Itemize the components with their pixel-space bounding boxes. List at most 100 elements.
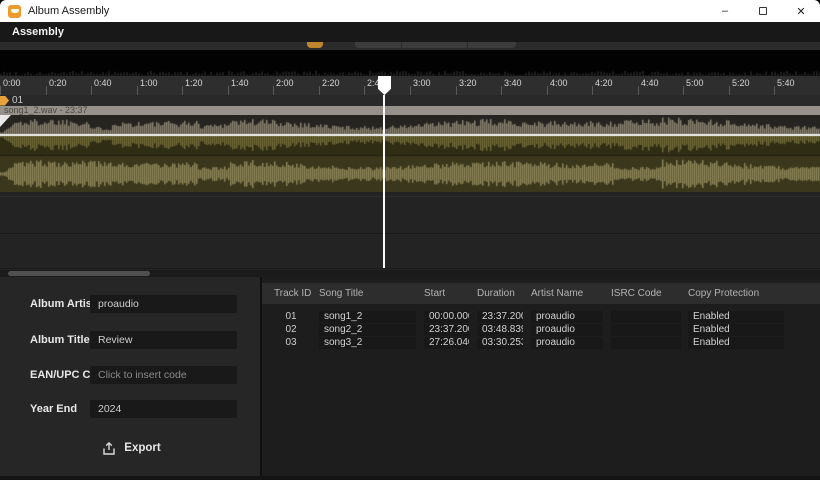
ruler-tick	[0, 86, 1, 95]
ruler-tick-label: 5:20	[732, 78, 750, 88]
ruler-tick-label: 0:40	[94, 78, 112, 88]
ruler-tick-label: 5:40	[777, 78, 795, 88]
track-table-panel: Track IDSong TitleStartDurationArtist Na…	[262, 277, 820, 480]
ruler-tick	[273, 86, 274, 95]
cell-isrc-code[interactable]	[611, 324, 681, 336]
cell-song-title[interactable]: song1_2	[319, 311, 416, 323]
ruler-tick-label: 3:40	[504, 78, 522, 88]
toolbar-orange-button[interactable]	[307, 42, 323, 48]
ruler-tick-label: 4:20	[595, 78, 613, 88]
album-artist-input[interactable]	[90, 295, 237, 313]
header-cell: Duration	[477, 288, 531, 299]
export-button[interactable]: Export	[92, 437, 172, 459]
field-label: Album Artist	[30, 298, 96, 310]
header-cell: Copy Protection	[688, 288, 820, 299]
cell-artist-name[interactable]: proaudio	[531, 311, 603, 323]
ruler-tick-label: 2:00	[276, 78, 294, 88]
ruler-tick	[456, 86, 457, 95]
ruler-tick	[137, 86, 138, 95]
minimize-button[interactable]: –	[706, 0, 744, 22]
form-row: Year End	[0, 400, 261, 418]
cell-copy-protection[interactable]: Enabled	[688, 337, 784, 349]
menu-item-assembly[interactable]: Assembly	[0, 26, 76, 38]
ean-upc-code-input[interactable]	[90, 366, 237, 384]
ruler-tick-label: 4:40	[641, 78, 659, 88]
segment-divider	[401, 42, 402, 48]
ruler-tick	[364, 86, 365, 95]
ruler-tick	[638, 86, 639, 95]
maximize-button[interactable]	[744, 0, 782, 22]
window-controls: – ✕	[706, 0, 820, 22]
scrollbar-thumb[interactable]	[8, 271, 150, 276]
table-header: Track IDSong TitleStartDurationArtist Na…	[262, 283, 820, 304]
ruler-tick	[729, 86, 730, 95]
clip-title-bar[interactable]: song1_2.wav - 23:37	[0, 106, 820, 115]
close-button[interactable]: ✕	[782, 0, 820, 22]
table-row: 03 song3_2 27:26.040 03:30.253 proaudio Enabl…	[262, 336, 820, 349]
ruler-tick	[182, 86, 183, 95]
cell-duration[interactable]: 03:48.839	[477, 324, 523, 336]
ruler-tick-label: 1:00	[140, 78, 158, 88]
toolbar-strip	[0, 42, 820, 50]
header-cell: ISRC Code	[611, 288, 688, 299]
marker-flag-icon[interactable]	[0, 96, 9, 106]
form-row: EAN/UPC Code	[0, 366, 261, 384]
form-row: Album Artist	[0, 295, 261, 313]
timeline-ruler[interactable]: 0:000:200:401:001:201:402:002:202:403:00…	[0, 76, 820, 95]
header-cell: Start	[424, 288, 477, 299]
form-row: Album Title	[0, 331, 261, 349]
cell-isrc-code[interactable]	[611, 311, 681, 323]
cell-duration[interactable]: 03:30.253	[477, 337, 523, 349]
album-title-input[interactable]	[90, 331, 237, 349]
upload-icon	[103, 442, 115, 455]
cell-duration[interactable]: 23:37.200	[477, 311, 523, 323]
ruler-tick	[592, 86, 593, 95]
app-icon	[8, 5, 21, 18]
overview-strip[interactable]	[0, 50, 820, 76]
ruler-tick-label: 1:20	[185, 78, 203, 88]
ruler-tick-label: 1:40	[231, 78, 249, 88]
cell-song-title[interactable]: song2_2	[319, 324, 416, 336]
ruler-tick-label: 0:00	[3, 78, 21, 88]
table-rows: 01song1_200:00.00023:37.200proaudioEnabl…	[262, 310, 820, 349]
cell-artist-name[interactable]: proaudio	[531, 324, 603, 336]
lane-divider	[0, 233, 820, 234]
ruler-tick-label: 3:00	[413, 78, 431, 88]
menu-bar: Assembly	[0, 22, 820, 42]
bottom-strip	[0, 476, 820, 480]
marker-row[interactable]: 01	[0, 95, 820, 106]
transport-segment-control[interactable]	[355, 42, 516, 48]
horizontal-scrollbar[interactable]	[0, 270, 820, 277]
export-label: Export	[124, 442, 160, 454]
metadata-panel: Export Album Artist Album Title EAN/UPC …	[0, 277, 261, 480]
year-end-input[interactable]	[90, 400, 237, 418]
title-bar: Album Assembly – ✕	[0, 0, 820, 22]
clip-title: song1_2.wav - 23:37	[4, 106, 88, 115]
cell-song-title[interactable]: song3_2	[319, 337, 416, 349]
segment-divider	[467, 42, 468, 48]
cell-isrc-code[interactable]	[611, 337, 681, 349]
ruler-tick	[547, 86, 548, 95]
cell-start[interactable]: 23:37.200	[424, 324, 469, 336]
track-lanes[interactable]	[0, 192, 820, 270]
playhead-line	[383, 95, 385, 268]
lane-divider	[0, 268, 820, 269]
ruler-tick	[228, 86, 229, 95]
cell-artist-name[interactable]: proaudio	[531, 337, 603, 349]
field-label: Album Title	[30, 334, 90, 346]
ruler-tick	[501, 86, 502, 95]
ruler-tick-label: 4:00	[550, 78, 568, 88]
header-cell: Track ID	[274, 288, 319, 299]
cell-copy-protection[interactable]: Enabled	[688, 311, 784, 323]
table-row: 02 song2_2 23:37.200 03:48.839 proaudio Enabl…	[262, 323, 820, 336]
cell-track-id[interactable]: 02	[274, 324, 308, 335]
cell-copy-protection[interactable]: Enabled	[688, 324, 784, 336]
cell-track-id[interactable]: 03	[274, 337, 308, 348]
field-label: Year End	[30, 403, 77, 415]
cell-start[interactable]: 27:26.040	[424, 337, 469, 349]
waveform-canvas[interactable]	[0, 115, 820, 192]
window-title: Album Assembly	[28, 5, 109, 17]
ruler-tick-label: 0:20	[49, 78, 67, 88]
cell-track-id[interactable]: 01	[274, 311, 308, 322]
cell-start[interactable]: 00:00.000	[424, 311, 469, 323]
